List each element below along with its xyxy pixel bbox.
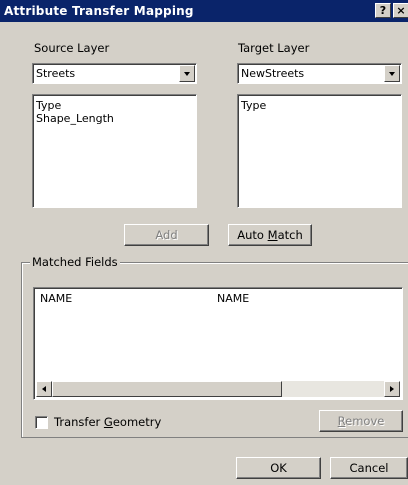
- matched-fields-group: Matched Fields NAME NAME Transfer Geomet…: [21, 255, 408, 438]
- help-icon: ?: [379, 4, 387, 17]
- scroll-right-button[interactable]: [384, 381, 400, 397]
- matched-source-field: NAME: [40, 292, 73, 305]
- transfer-geometry-checkbox[interactable]: [35, 416, 48, 429]
- cancel-button-label: Cancel: [349, 461, 389, 475]
- scroll-left-button[interactable]: [36, 381, 52, 397]
- list-item[interactable]: Shape_Length: [36, 112, 114, 125]
- table-row[interactable]: NAME NAME: [34, 292, 394, 306]
- auto-match-label: Auto Match: [237, 228, 303, 242]
- source-layer-dropdown[interactable]: Streets: [32, 63, 197, 84]
- chevron-down-icon: [184, 72, 190, 76]
- transfer-geometry-label[interactable]: Transfer Geometry: [54, 415, 161, 429]
- add-button-label: Add: [155, 228, 178, 242]
- target-layer-label: Target Layer: [238, 41, 310, 55]
- target-fields-list[interactable]: Type: [237, 94, 402, 208]
- list-item[interactable]: Type: [36, 99, 61, 112]
- arrow-right-icon: [390, 386, 394, 392]
- ok-button-label: OK: [270, 461, 287, 475]
- scrollbar-thumb[interactable]: [52, 381, 282, 397]
- chevron-down-icon: [389, 72, 395, 76]
- close-button[interactable]: ×: [393, 3, 408, 18]
- list-item[interactable]: Type: [241, 99, 266, 112]
- source-layer-label: Source Layer: [34, 41, 110, 55]
- source-fields-list[interactable]: Type Shape_Length: [32, 94, 197, 208]
- add-button[interactable]: Add: [124, 224, 209, 246]
- auto-match-button[interactable]: Auto Match: [228, 224, 312, 246]
- source-layer-value: Streets: [36, 67, 76, 80]
- matched-target-field: NAME: [217, 292, 250, 305]
- remove-button-label: Remove: [337, 414, 385, 428]
- matched-fields-list[interactable]: NAME NAME: [33, 287, 403, 400]
- close-icon: ×: [396, 4, 406, 17]
- title-bar[interactable]: Attribute Transfer Mapping ? ×: [0, 0, 408, 22]
- horizontal-scrollbar[interactable]: [36, 381, 400, 397]
- arrow-left-icon: [42, 386, 46, 392]
- cancel-button[interactable]: Cancel: [330, 457, 408, 479]
- matched-fields-legend: Matched Fields: [30, 255, 120, 269]
- ok-button[interactable]: OK: [236, 457, 321, 479]
- source-dropdown-button[interactable]: [179, 65, 195, 82]
- remove-button[interactable]: Remove: [319, 410, 403, 432]
- help-button[interactable]: ?: [375, 3, 391, 18]
- target-layer-dropdown[interactable]: NewStreets: [237, 63, 402, 84]
- target-layer-value: NewStreets: [241, 67, 305, 80]
- target-dropdown-button[interactable]: [384, 65, 400, 82]
- window-title: Attribute Transfer Mapping: [4, 4, 194, 18]
